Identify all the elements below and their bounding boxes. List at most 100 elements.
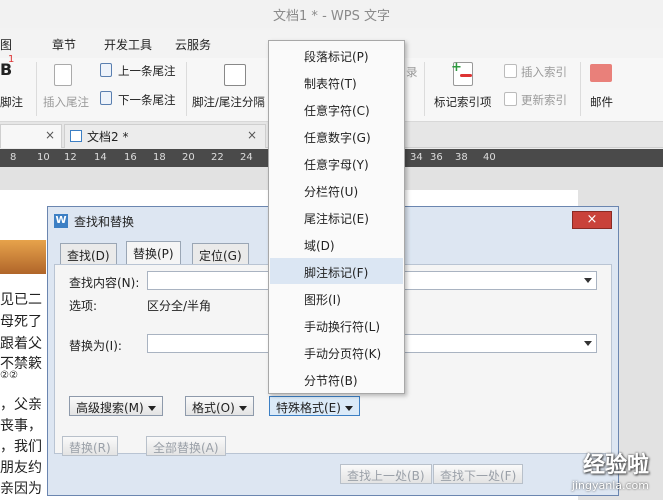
mail-icon bbox=[590, 64, 612, 82]
ruler-tick: 38 bbox=[455, 152, 468, 163]
watermark-url: jingyanla.com bbox=[571, 479, 649, 492]
ruler-tick: 22 bbox=[211, 152, 224, 163]
format-label: 格式(O) bbox=[192, 401, 235, 415]
footnote-number-icon: 1 bbox=[8, 54, 15, 65]
plus-icon: + bbox=[451, 60, 462, 75]
insert-endnote-icon bbox=[54, 64, 72, 86]
document-line: ②② bbox=[0, 370, 18, 381]
options-label: 选项: bbox=[69, 299, 98, 313]
replace-button[interactable]: 替换(R) bbox=[62, 436, 118, 456]
find-next-button[interactable]: 查找下一处(F) bbox=[433, 464, 524, 484]
close-icon[interactable]: × bbox=[247, 128, 257, 142]
document-line: 母死了 bbox=[0, 314, 42, 330]
tab-doc1[interactable]: × bbox=[0, 124, 62, 148]
options-value: 区分全/半角 bbox=[147, 299, 212, 313]
tab-find[interactable]: 查找(D) bbox=[60, 243, 117, 265]
ruler-tick: 36 bbox=[430, 152, 443, 163]
menu-item-field[interactable]: 域(D) bbox=[270, 231, 403, 257]
tab-doc2-label: 文档2 * bbox=[87, 130, 129, 144]
menu-item-picture[interactable]: 图 bbox=[0, 36, 12, 53]
menu-item-endnote-mark[interactable]: 尾注标记(E) bbox=[270, 204, 403, 230]
menu-item-footnote-mark[interactable]: 脚注标记(F) bbox=[270, 258, 403, 284]
find-prev-button[interactable]: 查找上一处(B) bbox=[340, 464, 432, 484]
menu-item-chapter[interactable]: 章节 bbox=[52, 36, 76, 53]
menu-item-any-char[interactable]: 任意字符(C) bbox=[270, 96, 403, 122]
menu-item-cloud[interactable]: 云服务 bbox=[175, 36, 211, 53]
advanced-search-label: 高级搜索(M) bbox=[76, 401, 144, 415]
next-endnote-icon bbox=[100, 91, 112, 105]
close-icon[interactable]: × bbox=[572, 211, 612, 229]
menu-item-any-digit[interactable]: 任意数字(G) bbox=[270, 123, 403, 149]
chevron-down-icon[interactable] bbox=[584, 278, 592, 283]
format-button[interactable]: 格式(O) bbox=[185, 396, 254, 416]
ribbon-separator bbox=[186, 62, 187, 116]
prev-endnote-button[interactable]: 上一条尾注 bbox=[118, 63, 176, 79]
document-line: 见已二 bbox=[0, 292, 42, 308]
mark-index-button[interactable]: 标记索引项 bbox=[434, 94, 492, 110]
special-format-menu: 段落标记(P) 制表符(T) 任意字符(C) 任意数字(G) 任意字母(Y) 分… bbox=[268, 40, 405, 394]
document-line: ，我们 bbox=[0, 439, 42, 455]
title-bar: 文档1 * - WPS 文字 bbox=[0, 0, 663, 28]
find-label: 查找内容(N): bbox=[69, 276, 140, 290]
ruler-tick: 12 bbox=[64, 152, 77, 163]
ribbon-separator bbox=[580, 62, 581, 116]
tab-replace[interactable]: 替换(P) bbox=[126, 241, 181, 265]
document-line: 丧事， bbox=[0, 418, 42, 434]
menu-item-section-break[interactable]: 分节符(B) bbox=[270, 366, 403, 392]
wps-logo-icon: W bbox=[54, 214, 68, 228]
prev-endnote-icon bbox=[100, 63, 112, 77]
separator-line-icon bbox=[224, 64, 246, 86]
ruler-tick: 40 bbox=[483, 152, 496, 163]
replace-all-button[interactable]: 全部替换(A) bbox=[146, 436, 226, 456]
next-endnote-button[interactable]: 下一条尾注 bbox=[118, 92, 176, 108]
insert-endnote-button[interactable]: 插入尾注 bbox=[43, 94, 89, 110]
ruler-tick: 10 bbox=[37, 152, 50, 163]
ruler-tick: 24 bbox=[240, 152, 253, 163]
insert-index-button[interactable]: 插入索引 bbox=[521, 64, 567, 80]
ruler-tick: 18 bbox=[153, 152, 166, 163]
menu-item-graphic[interactable]: 图形(I) bbox=[270, 285, 403, 311]
menu-item-manual-line-break[interactable]: 手动换行符(L) bbox=[270, 312, 403, 338]
watermark: 经验啦 jingyanla.com bbox=[572, 447, 649, 492]
document-icon bbox=[70, 130, 82, 142]
document-line: 跟着父 bbox=[0, 336, 42, 352]
ruler-tick: 16 bbox=[124, 152, 137, 163]
chevron-down-icon bbox=[238, 406, 247, 411]
ribbon-separator bbox=[36, 62, 37, 116]
ruler-tick: 8 bbox=[10, 152, 17, 163]
ribbon-partial-label: 录 bbox=[406, 65, 418, 79]
chevron-down-icon[interactable] bbox=[584, 341, 592, 346]
menu-item-any-letter[interactable]: 任意字母(Y) bbox=[270, 150, 403, 176]
update-index-button[interactable]: 更新索引 bbox=[521, 92, 567, 108]
advanced-search-button[interactable]: 高级搜索(M) bbox=[69, 396, 163, 416]
dialog-title: 查找和替换 bbox=[74, 215, 135, 229]
update-index-icon bbox=[504, 92, 517, 106]
tab-doc2[interactable]: 文档2 * × bbox=[64, 124, 266, 148]
window-title: 文档1 * - WPS 文字 bbox=[273, 9, 390, 24]
mail-button[interactable]: 邮件 bbox=[590, 94, 613, 110]
tab-goto[interactable]: 定位(G) bbox=[192, 243, 249, 265]
ribbon-separator bbox=[424, 62, 425, 116]
chevron-down-icon bbox=[344, 406, 353, 411]
menu-item-tab-char[interactable]: 制表符(T) bbox=[270, 69, 403, 95]
chevron-down-icon bbox=[147, 406, 156, 411]
document-line: ，父亲 bbox=[0, 397, 42, 413]
ruler-tick: 14 bbox=[94, 152, 107, 163]
ruler-tick: 20 bbox=[182, 152, 195, 163]
footnote-button[interactable]: 脚注 bbox=[0, 94, 23, 110]
document-image bbox=[0, 240, 46, 274]
document-line: 亲因为 bbox=[0, 481, 42, 497]
insert-index-icon bbox=[504, 64, 517, 78]
minus-icon bbox=[460, 74, 472, 77]
close-icon[interactable]: × bbox=[45, 128, 55, 142]
special-format-button[interactable]: 特殊格式(E) bbox=[269, 396, 360, 416]
document-line: 朋友约 bbox=[0, 460, 42, 476]
footnote-separator-button[interactable]: 脚注/尾注分隔 bbox=[192, 94, 265, 110]
menu-item-developer[interactable]: 开发工具 bbox=[104, 36, 152, 53]
menu-item-paragraph-mark[interactable]: 段落标记(P) bbox=[270, 42, 403, 68]
ruler-tick: 34 bbox=[410, 152, 423, 163]
menu-item-column-break[interactable]: 分栏符(U) bbox=[270, 177, 403, 203]
special-format-label: 特殊格式(E) bbox=[276, 401, 341, 415]
watermark-text: 经验啦 bbox=[582, 453, 649, 478]
menu-item-manual-page-break[interactable]: 手动分页符(K) bbox=[270, 339, 403, 365]
